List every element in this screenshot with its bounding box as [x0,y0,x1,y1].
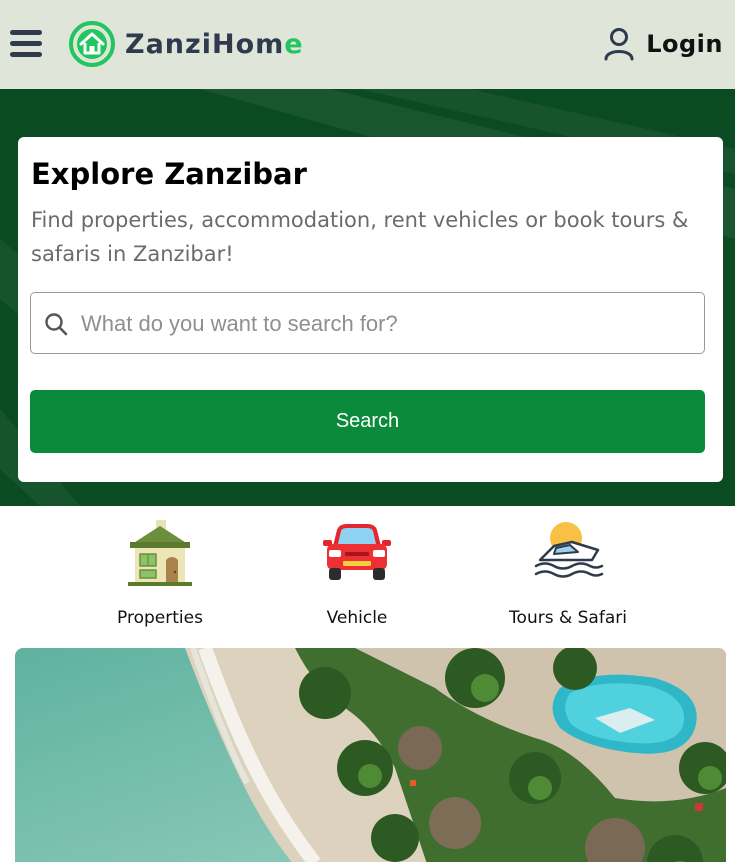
category-properties[interactable]: Properties [80,520,240,628]
user-icon [604,28,634,61]
search-icon [45,313,68,336]
car-icon [323,524,391,580]
category-label: Tours & Safari [509,608,627,628]
hero-title: Explore Zanzibar [31,157,307,191]
brand-name-accent: e [284,28,304,60]
category-label: Properties [117,608,203,628]
login-label: Login [646,30,723,58]
search-button[interactable]: Search [30,390,705,453]
hamburger-menu-icon[interactable] [10,28,42,60]
featured-aerial-photo[interactable] [15,648,726,862]
category-bar: Properties Vehicle Tours & Safari [0,506,735,630]
top-navigation-bar: ZanziHome Login [0,0,735,89]
brand-name: ZanziHome [125,29,304,60]
category-label: Vehicle [326,608,388,628]
hero-subtitle: Find properties, accommodation, rent veh… [31,208,689,266]
category-vehicle[interactable]: Vehicle [277,520,437,628]
search-field[interactable] [30,292,705,354]
boat-icon [534,522,604,578]
brand-logo[interactable]: ZanziHome [68,20,304,68]
category-tours-safari[interactable]: Tours & Safari [488,520,648,628]
house-icon [128,520,192,586]
search-card: Explore Zanzibar Find properties, accomm… [18,137,723,482]
login-button[interactable]: Login [604,26,723,62]
home-logo-icon [69,21,115,67]
aerial-beach-resort-image [15,648,726,862]
brand-name-main: ZanziHom [125,28,285,60]
search-input[interactable] [81,301,691,347]
hero-banner: Explore Zanzibar Find properties, accomm… [0,89,735,506]
